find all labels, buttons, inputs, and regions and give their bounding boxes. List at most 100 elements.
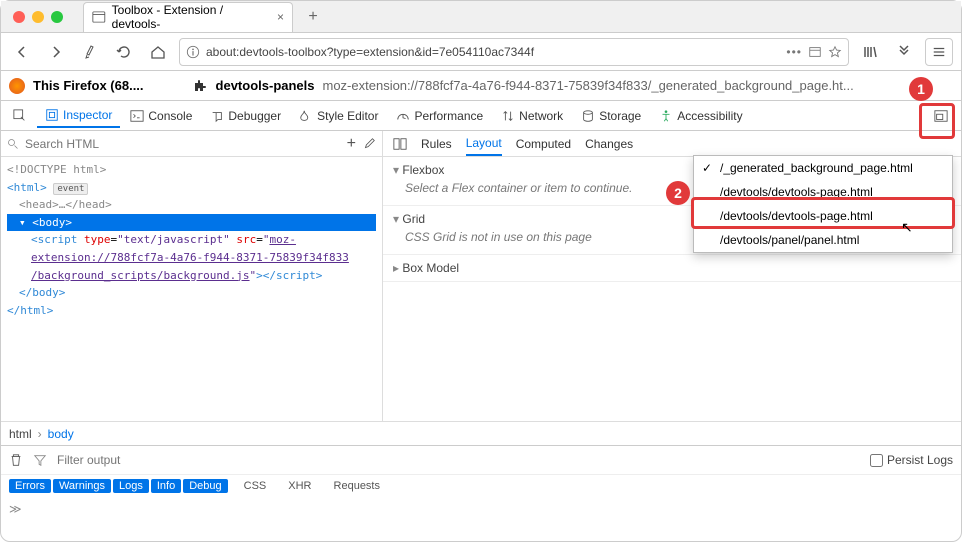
filter-input[interactable] <box>57 453 860 467</box>
tab-debugger-label: Debugger <box>228 109 281 123</box>
bookmark-star-icon[interactable] <box>828 45 842 59</box>
address-bar[interactable]: about:devtools-toolbox?type=extension&id… <box>179 38 849 66</box>
tab-storage-label: Storage <box>599 109 641 123</box>
search-input[interactable] <box>25 137 341 151</box>
console-filter-row: Errors Warnings Logs Info Debug CSS XHR … <box>1 474 961 496</box>
dom-tree[interactable]: <!DOCTYPE html> <html> event <head>…</he… <box>1 157 382 421</box>
markup-panel: + <!DOCTYPE html> <html> event <head>…</… <box>1 131 383 421</box>
devtools-tabs: Inspector Console Debugger Style Editor … <box>1 101 961 131</box>
traffic-lights <box>1 11 75 23</box>
html-close[interactable]: </html> <box>7 302 376 320</box>
tab-inspector-label: Inspector <box>63 108 112 122</box>
tab-inspector[interactable]: Inspector <box>37 104 120 128</box>
extension-url: moz-extension://788fcf7a-4a76-f944-8371-… <box>323 78 854 93</box>
crumb-html[interactable]: html <box>9 427 32 441</box>
firefox-icon <box>9 78 25 94</box>
section-boxmodel[interactable]: Box Model <box>383 255 961 282</box>
pill-errors[interactable]: Errors <box>9 479 51 493</box>
overflow-icon[interactable] <box>891 39 917 65</box>
dropdown-item-2[interactable]: /devtools/devtools-page.html <box>694 180 952 204</box>
tab-performance[interactable]: Performance <box>388 105 491 127</box>
devtools-icon[interactable] <box>77 39 103 65</box>
browser-tab[interactable]: Toolbox - Extension / devtools- × <box>83 2 293 32</box>
dropdown-item-1[interactable]: /_generated_background_page.html <box>694 156 952 180</box>
tab-rules[interactable]: Rules <box>421 133 452 155</box>
crumb-separator-icon: › <box>38 427 42 441</box>
hamburger-menu-icon[interactable] <box>925 38 953 66</box>
console-prompt[interactable]: ≫ <box>1 496 961 522</box>
pill-warnings[interactable]: Warnings <box>53 479 111 493</box>
filter-css[interactable]: CSS <box>238 479 273 493</box>
tab-console-label: Console <box>148 109 192 123</box>
search-icon <box>7 138 19 150</box>
close-window-icon[interactable] <box>13 11 25 23</box>
console-toolbar: Persist Logs <box>1 446 961 474</box>
filter-requests[interactable]: Requests <box>328 479 386 493</box>
script-src-line2: extension://788fcf7a-4a76-f944-8371-7583… <box>7 249 376 267</box>
tab-debugger[interactable]: Debugger <box>202 105 289 127</box>
library-icon[interactable] <box>857 39 883 65</box>
crumb-body[interactable]: body <box>48 427 74 441</box>
zoom-window-icon[interactable] <box>51 11 63 23</box>
script-node[interactable]: <script type="text/javascript" src="moz- <box>7 231 376 249</box>
html-open[interactable]: <html> event <box>7 179 376 197</box>
persist-logs-toggle[interactable]: Persist Logs <box>870 453 953 467</box>
body-close[interactable]: </body> <box>7 284 376 302</box>
split-console: Persist Logs Errors Warnings Logs Info D… <box>1 445 961 522</box>
forward-button[interactable] <box>43 39 69 65</box>
funnel-icon <box>33 453 47 467</box>
tab-accessibility[interactable]: Accessibility <box>651 105 750 127</box>
firefox-label: This Firefox (68.... <box>33 78 144 93</box>
inspector-main: + <!DOCTYPE html> <html> event <head>…</… <box>1 131 961 421</box>
pill-info[interactable]: Info <box>151 479 181 493</box>
debug-target-bar: This Firefox (68.... devtools-panels moz… <box>1 71 961 101</box>
trash-icon[interactable] <box>9 453 23 467</box>
tab-layout[interactable]: Layout <box>466 132 502 156</box>
sidebar-tabs: Rules Layout Computed Changes <box>383 131 961 157</box>
window-titlebar: Toolbox - Extension / devtools- × + <box>1 1 961 33</box>
tab-computed[interactable]: Computed <box>516 133 571 155</box>
dropdown-item-3[interactable]: /devtools/devtools-page.html <box>694 204 952 228</box>
pill-debug[interactable]: Debug <box>183 479 227 493</box>
tab-changes[interactable]: Changes <box>585 133 633 155</box>
tab-performance-label: Performance <box>414 109 483 123</box>
minimize-window-icon[interactable] <box>32 11 44 23</box>
dropdown-item-4[interactable]: /devtools/panel/panel.html <box>694 228 952 252</box>
back-button[interactable] <box>9 39 35 65</box>
page-actions-icon[interactable]: ••• <box>786 45 802 59</box>
body-node-selected[interactable]: ▾ <body> <box>7 214 376 232</box>
annotation-badge-1: 1 <box>909 77 933 101</box>
home-button[interactable] <box>145 39 171 65</box>
sidebar-toggle-icon[interactable] <box>393 137 407 151</box>
cursor-icon: ↖ <box>901 219 913 236</box>
iframe-picker-button[interactable] <box>929 104 953 128</box>
pick-element-button[interactable] <box>5 105 35 127</box>
layout-panel: Rules Layout Computed Changes Flexbox Se… <box>383 131 961 421</box>
extension-puzzle-icon <box>192 78 208 94</box>
tab-style-editor[interactable]: Style Editor <box>291 105 386 127</box>
tab-storage[interactable]: Storage <box>573 105 649 127</box>
pill-logs[interactable]: Logs <box>113 479 149 493</box>
filter-xhr[interactable]: XHR <box>282 479 317 493</box>
nav-toolbar: about:devtools-toolbox?type=extension&id… <box>1 33 961 71</box>
reader-icon[interactable] <box>808 45 822 59</box>
info-icon[interactable] <box>186 45 200 59</box>
log-level-pills: Errors Warnings Logs Info Debug <box>9 479 228 493</box>
extension-name: devtools-panels <box>216 78 315 93</box>
tab-accessibility-label: Accessibility <box>677 109 742 123</box>
iframe-dropdown: /_generated_background_page.html /devtoo… <box>693 155 953 253</box>
url-text: about:devtools-toolbox?type=extension&id… <box>206 45 780 59</box>
new-tab-button[interactable]: + <box>301 5 325 29</box>
reload-button[interactable] <box>111 39 137 65</box>
markup-search-row: + <box>1 131 382 157</box>
close-tab-icon[interactable]: × <box>277 10 284 24</box>
add-node-button[interactable]: + <box>347 135 356 153</box>
head-node[interactable]: <head>…</head> <box>7 196 376 214</box>
eyedropper-icon[interactable] <box>362 137 376 151</box>
tab-console[interactable]: Console <box>122 105 200 127</box>
tab-network-label: Network <box>519 109 563 123</box>
window-icon <box>92 10 106 24</box>
tab-network[interactable]: Network <box>493 105 571 127</box>
breadcrumb: html › body <box>1 421 961 445</box>
tab-style-label: Style Editor <box>317 109 378 123</box>
